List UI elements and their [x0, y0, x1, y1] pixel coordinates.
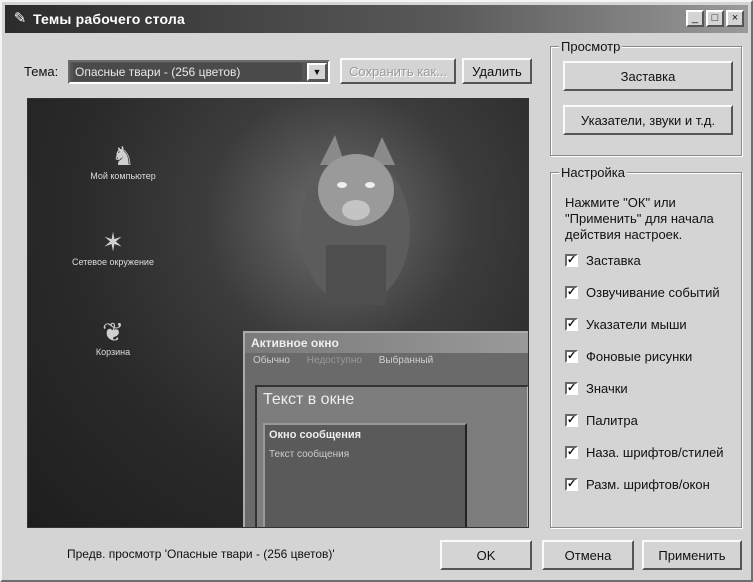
title-bar: ✎ Темы рабочего стола _ □ ×: [5, 5, 748, 33]
preview-message-box: Окно сообщения Текст сообщения: [263, 423, 467, 527]
delete-button[interactable]: Удалить: [462, 58, 532, 84]
desktop-icon-my-computer: ♞ Мой компьютер: [58, 141, 188, 181]
checkbox-label: Указатели мыши: [586, 317, 687, 332]
theme-preview: ♞ Мой компьютер ✶ Сетевое окружение ❦ Ко…: [27, 98, 529, 528]
preview-window-body: Текст в окне Окно сообщения Текст сообще…: [255, 385, 528, 527]
cougar-wallpaper-image: [300, 135, 410, 305]
checkmark-icon: ✓: [565, 286, 578, 299]
settings-group: Настройка Нажмите "ОК" или "Применить" д…: [550, 165, 742, 528]
checkbox-label: Разм. шрифтов/окон: [586, 477, 710, 492]
settings-note: Нажмите "ОК" или "Применить" для начала …: [565, 195, 714, 242]
minimize-button[interactable]: _: [686, 10, 704, 27]
close-button[interactable]: ×: [726, 10, 744, 27]
desktop-icon-label: Корзина: [95, 347, 131, 357]
themes-dialog: ✎ Темы рабочего стола _ □ × Тема: Опасны…: [0, 0, 753, 582]
desktop-icon-label: Сетевое окружение: [72, 257, 154, 267]
preview-message-title: Окно сообщения: [269, 429, 362, 441]
checkbox-label: Значки: [586, 381, 628, 396]
checkbox-font-names[interactable]: ✓ Наза. шрифтов/стилей: [565, 445, 724, 460]
maximize-button[interactable]: □: [706, 10, 724, 27]
checkmark-icon: ✓: [565, 254, 578, 267]
window-title: Темы рабочего стола: [33, 11, 185, 27]
computer-icon: ♞: [111, 141, 135, 171]
view-group-legend: Просмотр: [559, 39, 623, 54]
cancel-button[interactable]: Отмена: [542, 540, 634, 570]
checkbox-wallpapers[interactable]: ✓ Фоновые рисунки: [565, 349, 692, 364]
preview-window-text: Текст в окне: [263, 391, 355, 408]
save-as-button[interactable]: Сохранить как...: [340, 58, 456, 84]
view-group: Просмотр Заставка Указатели, звуки и т.д…: [550, 39, 742, 156]
checkbox-sound-events[interactable]: ✓ Озвучивание событий: [565, 285, 720, 300]
themes-app-icon: ✎: [13, 10, 27, 27]
checkbox-label: Наза. шрифтов/стилей: [586, 445, 724, 460]
preview-menu-disabled: Недоступно: [306, 355, 362, 366]
checkmark-icon: ✓: [565, 446, 578, 459]
checkbox-label: Заставка: [586, 253, 641, 268]
checkbox-label: Фоновые рисунки: [586, 349, 693, 364]
desktop-icon-recycle-bin: ❦ Корзина: [48, 317, 178, 357]
chevron-down-icon[interactable]: ▼: [307, 63, 327, 81]
checkmark-icon: ✓: [565, 382, 578, 395]
desktop-icon-label: Мой компьютер: [90, 171, 156, 181]
recycle-bin-icon: ❦: [102, 317, 124, 347]
settings-group-legend: Настройка: [559, 165, 627, 180]
ok-button[interactable]: OK: [440, 540, 532, 570]
checkbox-label: Озвучивание событий: [586, 285, 720, 300]
checkbox-mouse-pointers[interactable]: ✓ Указатели мыши: [565, 317, 687, 332]
status-text: Предв. просмотр 'Опасные твари - (256 цв…: [67, 547, 335, 561]
desktop-icon-network: ✶ Сетевое окружение: [48, 227, 178, 267]
checkmark-icon: ✓: [565, 318, 578, 331]
checkmark-icon: ✓: [565, 350, 578, 363]
preview-message-text: Текст сообщения: [269, 449, 350, 460]
checkmark-icon: ✓: [565, 414, 578, 427]
apply-button[interactable]: Применить: [642, 540, 742, 570]
checkbox-icons[interactable]: ✓ Значки: [565, 381, 628, 396]
preview-menu-selected: Выбранный: [378, 355, 434, 366]
preview-window-title: Активное окно: [245, 333, 528, 353]
checkbox-palette[interactable]: ✓ Палитра: [565, 413, 638, 428]
preview-menu-bar: Обычно Недоступно Выбранный: [245, 353, 528, 369]
preview-menu-normal: Обычно: [253, 355, 290, 366]
checkmark-icon: ✓: [565, 478, 578, 491]
network-icon: ✶: [102, 227, 124, 257]
checkbox-screensaver[interactable]: ✓ Заставка: [565, 253, 641, 268]
checkbox-font-sizes[interactable]: ✓ Разм. шрифтов/окон: [565, 477, 710, 492]
theme-label: Тема:: [24, 64, 59, 79]
theme-select-value: Опасные твари - (256 цветов): [73, 63, 302, 81]
theme-select[interactable]: Опасные твари - (256 цветов) ▼: [68, 60, 330, 84]
pointers-sounds-button[interactable]: Указатели, звуки и т.д.: [563, 105, 733, 135]
preview-active-window: Активное окно Обычно Недоступно Выбранны…: [243, 331, 528, 527]
checkbox-label: Палитра: [586, 413, 638, 428]
screensaver-button[interactable]: Заставка: [563, 61, 733, 91]
